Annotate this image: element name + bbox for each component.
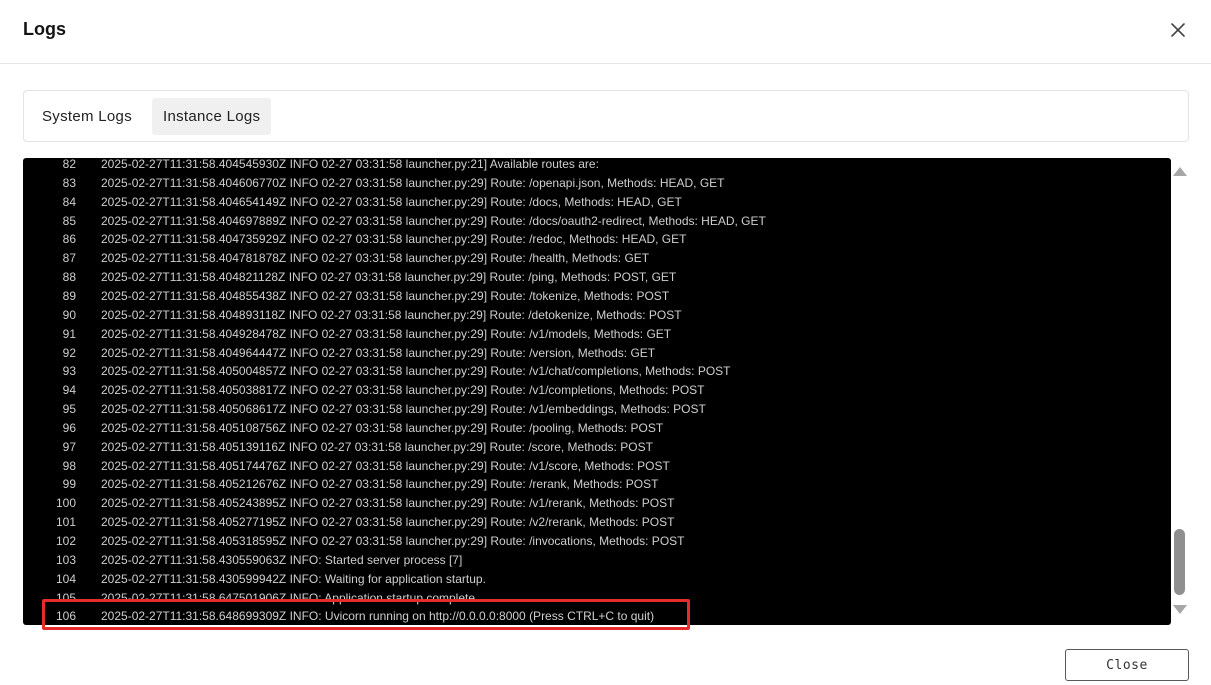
log-line-text: 2025-02-27T11:31:58.648699309Z INFO: Uvi…: [101, 609, 655, 624]
log-line-text: 2025-02-27T11:31:58.404964447Z INFO 02-2…: [101, 345, 656, 360]
log-line: 92 2025-02-27T11:31:58.404964447Z INFO 02…: [23, 344, 1171, 363]
log-line: 88 2025-02-27T11:31:58.404821128Z INFO 02…: [23, 268, 1171, 287]
log-line-number: 100: [55, 496, 76, 511]
log-line: 91 2025-02-27T11:31:58.404928478Z INFO 02…: [23, 325, 1171, 344]
log-line-text: 2025-02-27T11:31:58.404735929Z INFO 02-2…: [101, 232, 687, 247]
tab-system-logs[interactable]: System Logs: [31, 98, 143, 135]
log-line-text: 2025-02-27T11:31:58.647501906Z INFO: App…: [101, 590, 479, 605]
log-line: 87 2025-02-27T11:31:58.404781878Z INFO 02…: [23, 249, 1171, 268]
log-line-text: 2025-02-27T11:31:58.405068617Z INFO 02-2…: [101, 402, 706, 417]
log-line-number: 103: [55, 552, 76, 567]
log-line-number: 95: [62, 402, 76, 417]
log-line-number: 86: [62, 232, 76, 247]
tab-instance-logs[interactable]: Instance Logs: [152, 98, 272, 135]
log-line: 83 2025-02-27T11:31:58.404606770Z INFO 02…: [23, 174, 1171, 193]
log-line-text: 2025-02-27T11:31:58.404697889Z INFO 02-2…: [101, 213, 766, 228]
log-line-text: 2025-02-27T11:31:58.405212676Z INFO 02-2…: [101, 477, 659, 492]
log-line: 95 2025-02-27T11:31:58.405068617Z INFO 02…: [23, 400, 1171, 419]
log-scrollbar[interactable]: [1171, 158, 1189, 625]
log-line-number: 96: [62, 420, 76, 435]
log-line: 86 2025-02-27T11:31:58.404735929Z INFO 02…: [23, 230, 1171, 249]
log-line-number: 83: [62, 175, 76, 190]
log-line-number: 89: [62, 288, 76, 303]
log-line: 82 2025-02-27T11:31:58.404545930Z INFO 02…: [23, 158, 1171, 174]
scroll-thumb[interactable]: [1174, 529, 1185, 595]
log-line-number: 94: [62, 383, 76, 398]
log-line-text: 2025-02-27T11:31:58.404545930Z INFO 02-2…: [101, 158, 599, 171]
log-line-text: 2025-02-27T11:31:58.430599942Z INFO: Wai…: [101, 571, 486, 586]
log-line: 100 2025-02-27T11:31:58.405243895Z INFO 0…: [23, 494, 1171, 513]
log-line: 102 2025-02-27T11:31:58.405318595Z INFO 0…: [23, 532, 1171, 551]
dialog-header: Logs: [0, 0, 1211, 64]
log-line-number: 84: [62, 194, 76, 209]
log-line-text: 2025-02-27T11:31:58.404821128Z INFO 02-2…: [101, 270, 677, 285]
log-line-number: 91: [62, 326, 76, 341]
log-line: 94 2025-02-27T11:31:58.405038817Z INFO 02…: [23, 381, 1171, 400]
log-line-number: 106: [55, 609, 76, 624]
log-line: 106 2025-02-27T11:31:58.648699309Z INFO: …: [23, 607, 1171, 625]
log-line-text: 2025-02-27T11:31:58.404654149Z INFO 02-2…: [101, 194, 682, 209]
log-line-number: 99: [62, 477, 76, 492]
log-line-text: 2025-02-27T11:31:58.405174476Z INFO 02-2…: [101, 458, 670, 473]
close-button[interactable]: Close: [1065, 649, 1189, 681]
log-line-number: 92: [62, 345, 76, 360]
log-line-text: 2025-02-27T11:31:58.430559063Z INFO: Sta…: [101, 552, 463, 567]
log-line-text: 2025-02-27T11:31:58.404893118Z INFO 02-2…: [101, 307, 682, 322]
log-line-text: 2025-02-27T11:31:58.404855438Z INFO 02-2…: [101, 288, 670, 303]
log-line-text: 2025-02-27T11:31:58.404928478Z INFO 02-2…: [101, 326, 672, 341]
log-line-text: 2025-02-27T11:31:58.404781878Z INFO 02-2…: [101, 251, 650, 266]
log-line-number: 87: [62, 251, 76, 266]
log-line-number: 85: [62, 213, 76, 228]
log-line-number: 105: [55, 590, 76, 605]
log-line: 99 2025-02-27T11:31:58.405212676Z INFO 02…: [23, 475, 1171, 494]
log-line: 90 2025-02-27T11:31:58.404893118Z INFO 02…: [23, 306, 1171, 325]
scroll-down-arrow-icon[interactable]: [1173, 605, 1187, 614]
log-line: 84 2025-02-27T11:31:58.404654149Z INFO 02…: [23, 193, 1171, 212]
log-line-number: 93: [62, 364, 76, 379]
log-line-number: 97: [62, 439, 76, 454]
log-tabs: System Logs Instance Logs: [23, 90, 1189, 142]
log-line-number: 102: [55, 534, 76, 548]
log-line: 96 2025-02-27T11:31:58.405108756Z INFO 02…: [23, 419, 1171, 438]
log-line: 101 2025-02-27T11:31:58.405277195Z INFO 0…: [23, 513, 1171, 532]
dialog-title: Logs: [23, 19, 66, 39]
log-line: 97 2025-02-27T11:31:58.405139116Z INFO 02…: [23, 438, 1171, 457]
log-line-number: 104: [55, 571, 76, 586]
log-line: 93 2025-02-27T11:31:58.405004857Z INFO 02…: [23, 362, 1171, 381]
log-line-number: 101: [55, 515, 76, 530]
log-line: 104 2025-02-27T11:31:58.430599942Z INFO: …: [23, 570, 1171, 589]
log-line-text: 2025-02-27T11:31:58.405038817Z INFO 02-2…: [101, 383, 705, 398]
log-line-text: 2025-02-27T11:31:58.405108756Z INFO 02-2…: [101, 420, 664, 435]
log-line-number: 82: [62, 158, 76, 171]
log-line-number: 88: [62, 270, 76, 285]
log-line-number: 90: [62, 307, 76, 322]
scroll-up-arrow-icon[interactable]: [1173, 167, 1187, 176]
log-line: 105 2025-02-27T11:31:58.647501906Z INFO: …: [23, 589, 1171, 608]
log-line: 103 2025-02-27T11:31:58.430559063Z INFO: …: [23, 551, 1171, 570]
log-line-text: 2025-02-27T11:31:58.405277195Z INFO 02-2…: [101, 515, 675, 530]
close-icon[interactable]: [1166, 18, 1190, 42]
log-line-text: 2025-02-27T11:31:58.405004857Z INFO 02-2…: [101, 364, 731, 379]
log-line-number: 98: [62, 458, 76, 473]
log-line: 98 2025-02-27T11:31:58.405174476Z INFO 02…: [23, 457, 1171, 476]
log-line-text: 2025-02-27T11:31:58.404606770Z INFO 02-2…: [101, 175, 725, 190]
log-console[interactable]: 82 2025-02-27T11:31:58.404545930Z INFO 02…: [23, 158, 1171, 625]
log-line-text: 2025-02-27T11:31:58.405139116Z INFO 02-2…: [101, 439, 653, 454]
log-line-text: 2025-02-27T11:31:58.405243895Z INFO 02-2…: [101, 496, 675, 511]
log-line: 89 2025-02-27T11:31:58.404855438Z INFO 02…: [23, 287, 1171, 306]
log-line-text: 2025-02-27T11:31:58.405318595Z INFO 02-2…: [101, 534, 685, 548]
log-line: 85 2025-02-27T11:31:58.404697889Z INFO 02…: [23, 212, 1171, 231]
